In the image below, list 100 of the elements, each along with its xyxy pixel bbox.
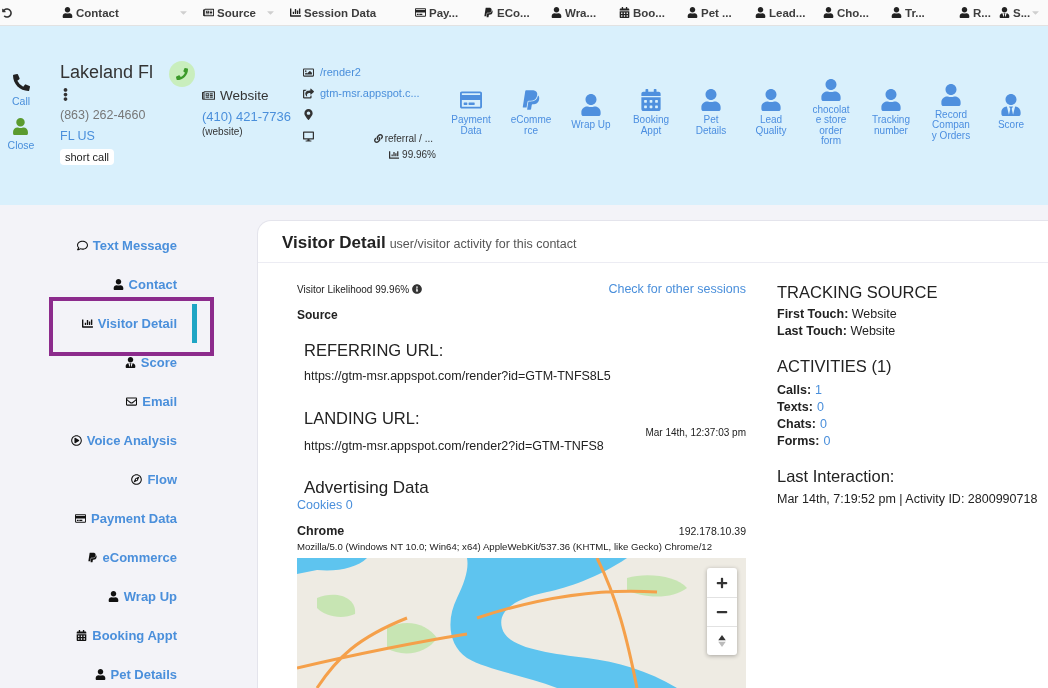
- sidebar-link[interactable]: Email: [49, 382, 197, 421]
- nav-tab[interactable]: R...: [955, 6, 991, 19]
- count-link[interactable]: 0: [823, 433, 831, 450]
- p-logo-icon: [520, 89, 542, 111]
- bar-chart-icon: [290, 7, 301, 18]
- sidebar-link[interactable]: Voice Analysis: [49, 421, 197, 460]
- shortcut-button[interactable]: Lead Quality: [741, 89, 801, 136]
- action-button[interactable]: Call: [11, 74, 31, 107]
- touch-text: Last Touch: Website: [777, 323, 897, 340]
- sidebar-link[interactable]: eCommerce: [49, 538, 197, 577]
- count-link[interactable]: 1: [815, 382, 822, 399]
- url-text: https://gtm-msr.appspot.com/render2?id=GTM-TNFS8: [303, 439, 605, 453]
- credit-card-icon: [415, 7, 426, 18]
- cookies-link[interactable]: Cookies 0: [297, 498, 353, 512]
- touch-text: First Touch: Website: [777, 306, 898, 323]
- nav-tab[interactable]: Lead...: [751, 6, 806, 19]
- nav-tab[interactable]: Contact: [58, 6, 119, 19]
- location-link[interactable]: FL US: [60, 128, 95, 143]
- other-sessions-link[interactable]: Check for other sessions: [608, 282, 746, 296]
- sidebar-link[interactable]: Booking Appt: [49, 616, 197, 655]
- sidebar-link[interactable]: Score: [49, 343, 197, 382]
- sidebar-link[interactable]: Payment Data: [49, 499, 197, 538]
- person-icon: [755, 7, 766, 18]
- contact-phone: (863) 262-4660: [60, 107, 146, 122]
- nav-tab[interactable]: S...: [995, 6, 1031, 19]
- person-icon: [94, 669, 106, 680]
- sidebar-link[interactable]: Pet Details: [49, 655, 197, 688]
- nav-tab[interactable]: Cho...: [819, 6, 869, 19]
- envelope-icon: [126, 396, 138, 407]
- shortcut-button[interactable]: Wrap Up: [561, 94, 621, 131]
- info-icon[interactable]: [412, 284, 423, 294]
- person-icon: [700, 89, 722, 111]
- sidebar-link[interactable]: Wrap Up: [49, 577, 197, 616]
- north-arrow-icon: [716, 635, 728, 647]
- shortcut-button[interactable]: Record Company Orders: [921, 83, 981, 142]
- source-name: Website: [220, 88, 269, 103]
- card-title: Visitor Detail: [282, 233, 386, 253]
- person-icon: [940, 83, 962, 106]
- source-note: (website): [202, 126, 243, 137]
- vertical-dots-icon: [63, 86, 68, 102]
- newspaper-icon: [202, 89, 215, 102]
- page-link[interactable]: /render2: [320, 66, 361, 78]
- stat-label: Texts:: [777, 399, 813, 416]
- calendar-icon: [619, 7, 630, 18]
- tracking-number-link[interactable]: (410) 421-7736: [202, 109, 291, 124]
- user-agent-text: Mozilla/5.0 (Windows NT 10.0; Win64; x64) AppleWebKit/537.36 (KHTML, like Gecko) Chrome/12: [297, 541, 713, 552]
- section-heading: REFERRING URL:: [303, 340, 445, 360]
- shortcut-button[interactable]: Pet Details: [681, 89, 741, 136]
- more-options-button[interactable]: [63, 86, 68, 102]
- shortcut-button[interactable]: Score: [981, 94, 1041, 131]
- ip-address: 192.178.10.39: [678, 525, 746, 537]
- nav-tab[interactable]: Pay...: [411, 6, 459, 19]
- undo-button[interactable]: [2, 7, 12, 18]
- nav-tab[interactable]: Session Data: [286, 6, 377, 19]
- stat-label: Calls:: [777, 382, 812, 399]
- sidebar-link[interactable]: Flow: [49, 460, 197, 499]
- person-icon: [112, 279, 124, 290]
- action-button[interactable]: Close: [7, 118, 35, 151]
- interaction-detail: Mar 14th, 7:19:52 pm | Activity ID: 2800990718: [777, 492, 1039, 506]
- nav-tab[interactable]: Pet ...: [683, 6, 732, 19]
- shortcut-button[interactable]: Payment Data: [441, 89, 501, 136]
- credit-card-icon: [75, 513, 86, 524]
- section-heading: ACTIVITIES (1): [777, 356, 893, 376]
- image-icon: [303, 66, 314, 78]
- section-heading: TRACKING SOURCE: [777, 282, 939, 302]
- person-icon: [823, 7, 834, 18]
- stat-label: Chats:: [777, 416, 816, 433]
- plus-icon: [716, 576, 728, 589]
- nav-tab[interactable]: Source: [199, 6, 256, 19]
- section-heading: LANDING URL:: [303, 408, 421, 428]
- shortcut-button[interactable]: Tracking number: [861, 89, 921, 136]
- nav-tab[interactable]: Boo...: [615, 6, 665, 19]
- person-icon: [107, 591, 119, 602]
- nav-tab[interactable]: ECo...: [479, 6, 530, 19]
- person-icon: [687, 7, 698, 18]
- p-logo-icon: [86, 552, 98, 563]
- sidebar-link[interactable]: Text Message: [49, 226, 197, 265]
- nav-tab[interactable]: Tr...: [887, 6, 925, 19]
- shortcut-button[interactable]: Booking Appt: [621, 89, 681, 136]
- count-link[interactable]: 0: [819, 416, 827, 433]
- contact-name: Lakeland Fl: [60, 60, 154, 83]
- referrer-link[interactable]: gtm-msr.appspot.c...: [320, 87, 420, 99]
- sidebar-link[interactable]: Contact: [49, 265, 197, 304]
- speech-bubble-icon: [76, 240, 88, 251]
- phone-call-icon: [169, 60, 196, 87]
- compass-icon: [131, 474, 143, 485]
- shortcut-button[interactable]: chocolate store order form: [801, 78, 861, 147]
- shortcut-button[interactable]: eCommerce: [501, 89, 561, 136]
- calendar-icon: [640, 89, 662, 111]
- person-icon: [880, 89, 902, 111]
- location-pin-icon: [303, 108, 314, 120]
- sidebar-link[interactable]: Visitor Detail: [49, 304, 197, 343]
- person-icon: [760, 89, 782, 111]
- count-link[interactable]: 0: [816, 399, 824, 416]
- nav-tab[interactable]: Wra...: [547, 6, 597, 19]
- credit-card-icon: [460, 89, 482, 111]
- link-icon: [373, 134, 383, 143]
- newspaper-icon: [203, 7, 214, 18]
- card-subtitle: user/visitor activity for this contact: [389, 237, 577, 251]
- bar-chart-icon: [389, 149, 400, 160]
